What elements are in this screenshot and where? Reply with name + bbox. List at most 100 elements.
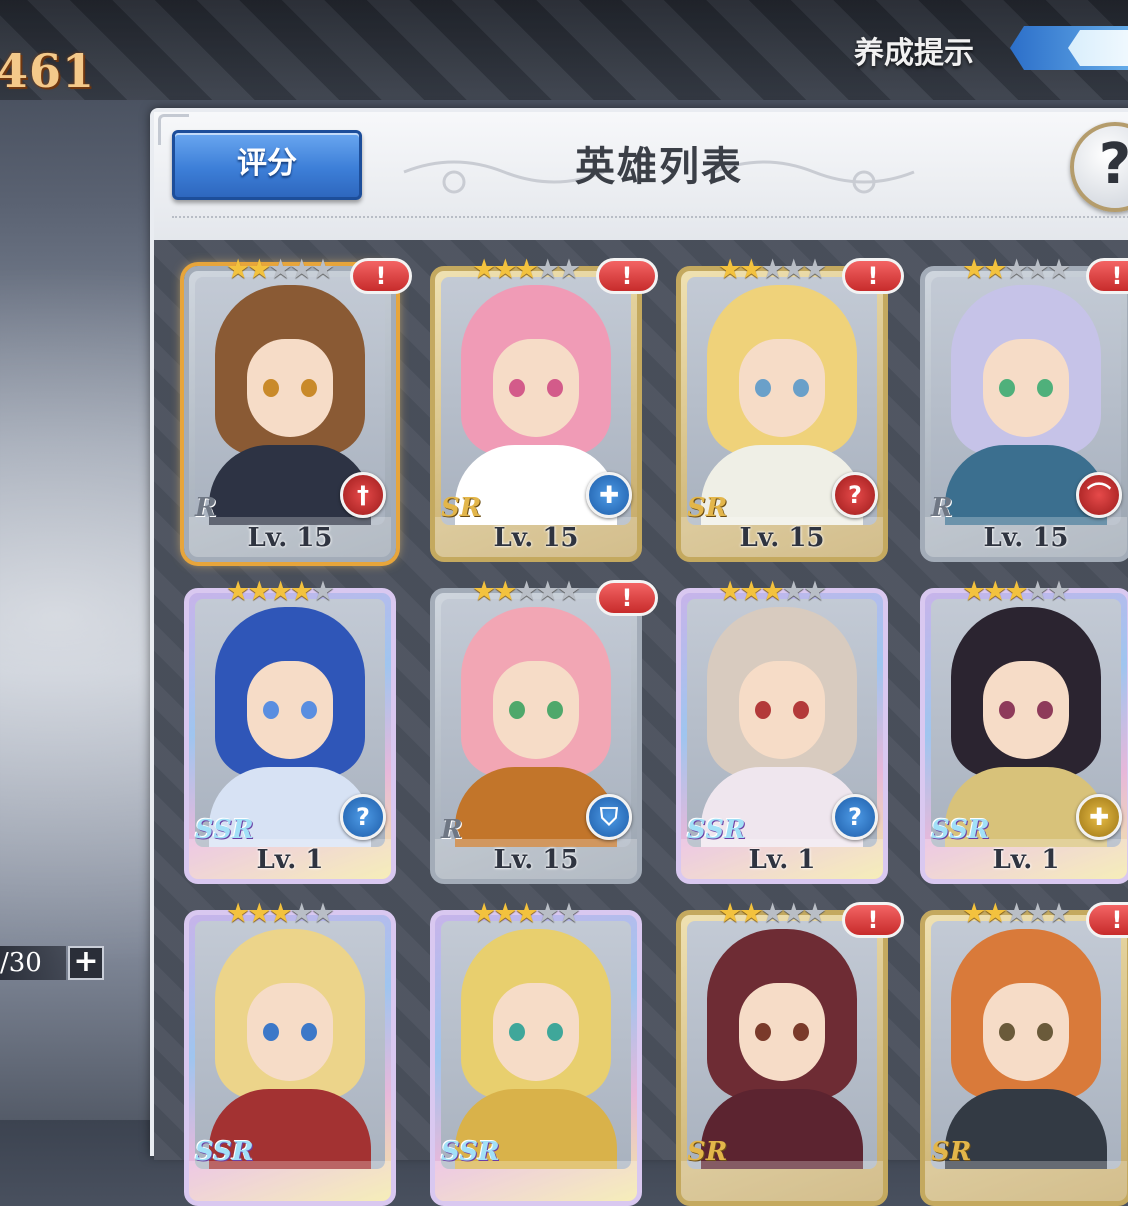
rarity-badge: SSR <box>195 815 254 845</box>
rarity-badge: SSR <box>441 1137 500 1167</box>
star-empty-icon: ★ <box>310 254 335 285</box>
hero-card[interactable]: Lv. 15 R ★★★★★! † <box>184 256 412 562</box>
capacity-text: /30 <box>0 948 42 978</box>
star-filled-icon: ★ <box>962 576 986 607</box>
level-bar <box>189 1161 391 1201</box>
shield-icon: ⛉ <box>586 794 632 840</box>
star-rating: ★★★★★ <box>962 254 1071 285</box>
hero-card[interactable]: SR ★★★★★! <box>676 900 904 1206</box>
page-title: 英雄列表 <box>575 144 743 190</box>
portrait-eye <box>1037 1023 1053 1041</box>
star-empty-icon: ★ <box>556 898 581 929</box>
upgrade-alert-badge: ! <box>842 902 904 938</box>
rarity-badge: SSR <box>195 1137 254 1167</box>
star-rating: ★★★★★ <box>718 576 827 607</box>
portrait-eye <box>999 379 1015 397</box>
hero-card[interactable]: SSR ★★★★★ <box>184 900 396 1206</box>
hero-card-frame: SSR <box>430 910 642 1206</box>
star-filled-icon: ★ <box>739 898 763 929</box>
portrait-eye <box>793 379 809 397</box>
hero-card[interactable]: Lv. 15 R ★★★★★! ⌒ <box>920 256 1128 562</box>
portrait-eye <box>263 701 279 719</box>
star-rating: ★★★★★ <box>472 254 581 285</box>
star-empty-icon: ★ <box>535 898 560 929</box>
upgrade-alert-badge: ! <box>350 258 412 294</box>
star-rating: ★★★★★ <box>962 898 1071 929</box>
star-empty-icon: ★ <box>514 576 538 607</box>
header-divider <box>172 216 1128 218</box>
expand-capacity-button[interactable]: + <box>68 946 104 980</box>
star-filled-icon: ★ <box>493 898 517 929</box>
rarity-badge: R <box>195 493 217 523</box>
star-filled-icon: ★ <box>983 576 1007 607</box>
star-empty-icon: ★ <box>760 898 784 929</box>
star-empty-icon: ★ <box>1025 576 1050 607</box>
healer-cross-icon: ✚ <box>1076 794 1122 840</box>
portrait-eye <box>263 379 279 397</box>
star-filled-icon: ★ <box>226 576 250 607</box>
portrait-eye <box>793 701 809 719</box>
help-button[interactable]: ? <box>1070 122 1128 212</box>
star-empty-icon: ★ <box>781 576 806 607</box>
portrait-eye <box>1037 701 1053 719</box>
portrait-face <box>247 983 333 1081</box>
star-rating: ★★★★★ <box>718 254 827 285</box>
star-empty-icon: ★ <box>1046 254 1071 285</box>
portrait-eye <box>547 701 563 719</box>
hero-card[interactable]: Lv. 15 SR ★★★★★! ✚ <box>430 256 658 562</box>
star-empty-icon: ★ <box>535 576 560 607</box>
growth-hint-toggle[interactable] <box>1010 26 1128 70</box>
hero-card[interactable]: Lv. 15 SR ★★★★★!? <box>676 256 904 562</box>
mystery-question-icon: ? <box>340 794 386 840</box>
hero-card[interactable]: Lv. 15 R ★★★★★! ⛉ <box>430 578 658 884</box>
star-rating: ★★★★★ <box>226 576 335 607</box>
rarity-badge: SSR <box>931 815 990 845</box>
star-filled-icon: ★ <box>718 898 742 929</box>
hero-card[interactable]: Lv. 1 SSR ★★★★★ ✚ <box>920 578 1128 884</box>
star-empty-icon: ★ <box>268 254 292 285</box>
rarity-badge: SSR <box>687 815 746 845</box>
portrait-face <box>493 661 579 759</box>
hero-portrait <box>195 921 385 1169</box>
hero-level: Lv. 15 <box>493 845 579 875</box>
portrait-eye <box>509 379 525 397</box>
hero-card[interactable]: SSR ★★★★★ <box>430 900 642 1206</box>
star-rating: ★★★★★ <box>718 898 827 929</box>
portrait-eye <box>547 1023 563 1041</box>
rarity-badge: SR <box>687 1137 728 1167</box>
star-empty-icon: ★ <box>1046 898 1071 929</box>
hero-card-frame: SSR <box>184 910 396 1206</box>
star-filled-icon: ★ <box>514 898 538 929</box>
star-empty-icon: ★ <box>310 576 335 607</box>
hero-level: Lv. 15 <box>493 523 579 553</box>
hero-card-frame: SR <box>676 910 888 1206</box>
growth-hint-label[interactable]: 养成提示 <box>854 28 974 72</box>
star-filled-icon: ★ <box>739 254 763 285</box>
star-empty-icon: ★ <box>289 254 314 285</box>
portrait-eye <box>1037 379 1053 397</box>
star-filled-icon: ★ <box>472 576 496 607</box>
star-filled-icon: ★ <box>983 898 1007 929</box>
hero-capacity: /30 + <box>0 944 110 984</box>
currency-counter: 461 <box>0 44 96 98</box>
mystery-question-icon: ? <box>832 472 878 518</box>
hero-card[interactable]: SR ★★★★★! <box>920 900 1128 1206</box>
level-bar <box>681 1161 883 1201</box>
star-filled-icon: ★ <box>962 254 986 285</box>
hero-level: Lv. 1 <box>256 845 324 875</box>
score-button[interactable]: 评分 <box>172 130 362 200</box>
rarity-badge: SR <box>931 1137 972 1167</box>
mystery-question-icon: ? <box>832 794 878 840</box>
hero-level: Lv. 1 <box>748 845 816 875</box>
hero-card[interactable]: Lv. 1 SSR ★★★★★? <box>676 578 888 884</box>
portrait-face <box>739 661 825 759</box>
portrait-eye <box>301 701 317 719</box>
portrait-eye <box>755 1023 771 1041</box>
portrait-face <box>983 339 1069 437</box>
star-filled-icon: ★ <box>493 254 517 285</box>
star-filled-icon: ★ <box>472 254 496 285</box>
toggle-knob <box>1068 30 1128 66</box>
star-empty-icon: ★ <box>556 254 581 285</box>
hero-card[interactable]: Lv. 1 SSR ★★★★★? <box>184 578 396 884</box>
hero-card-frame: SR <box>920 910 1128 1206</box>
